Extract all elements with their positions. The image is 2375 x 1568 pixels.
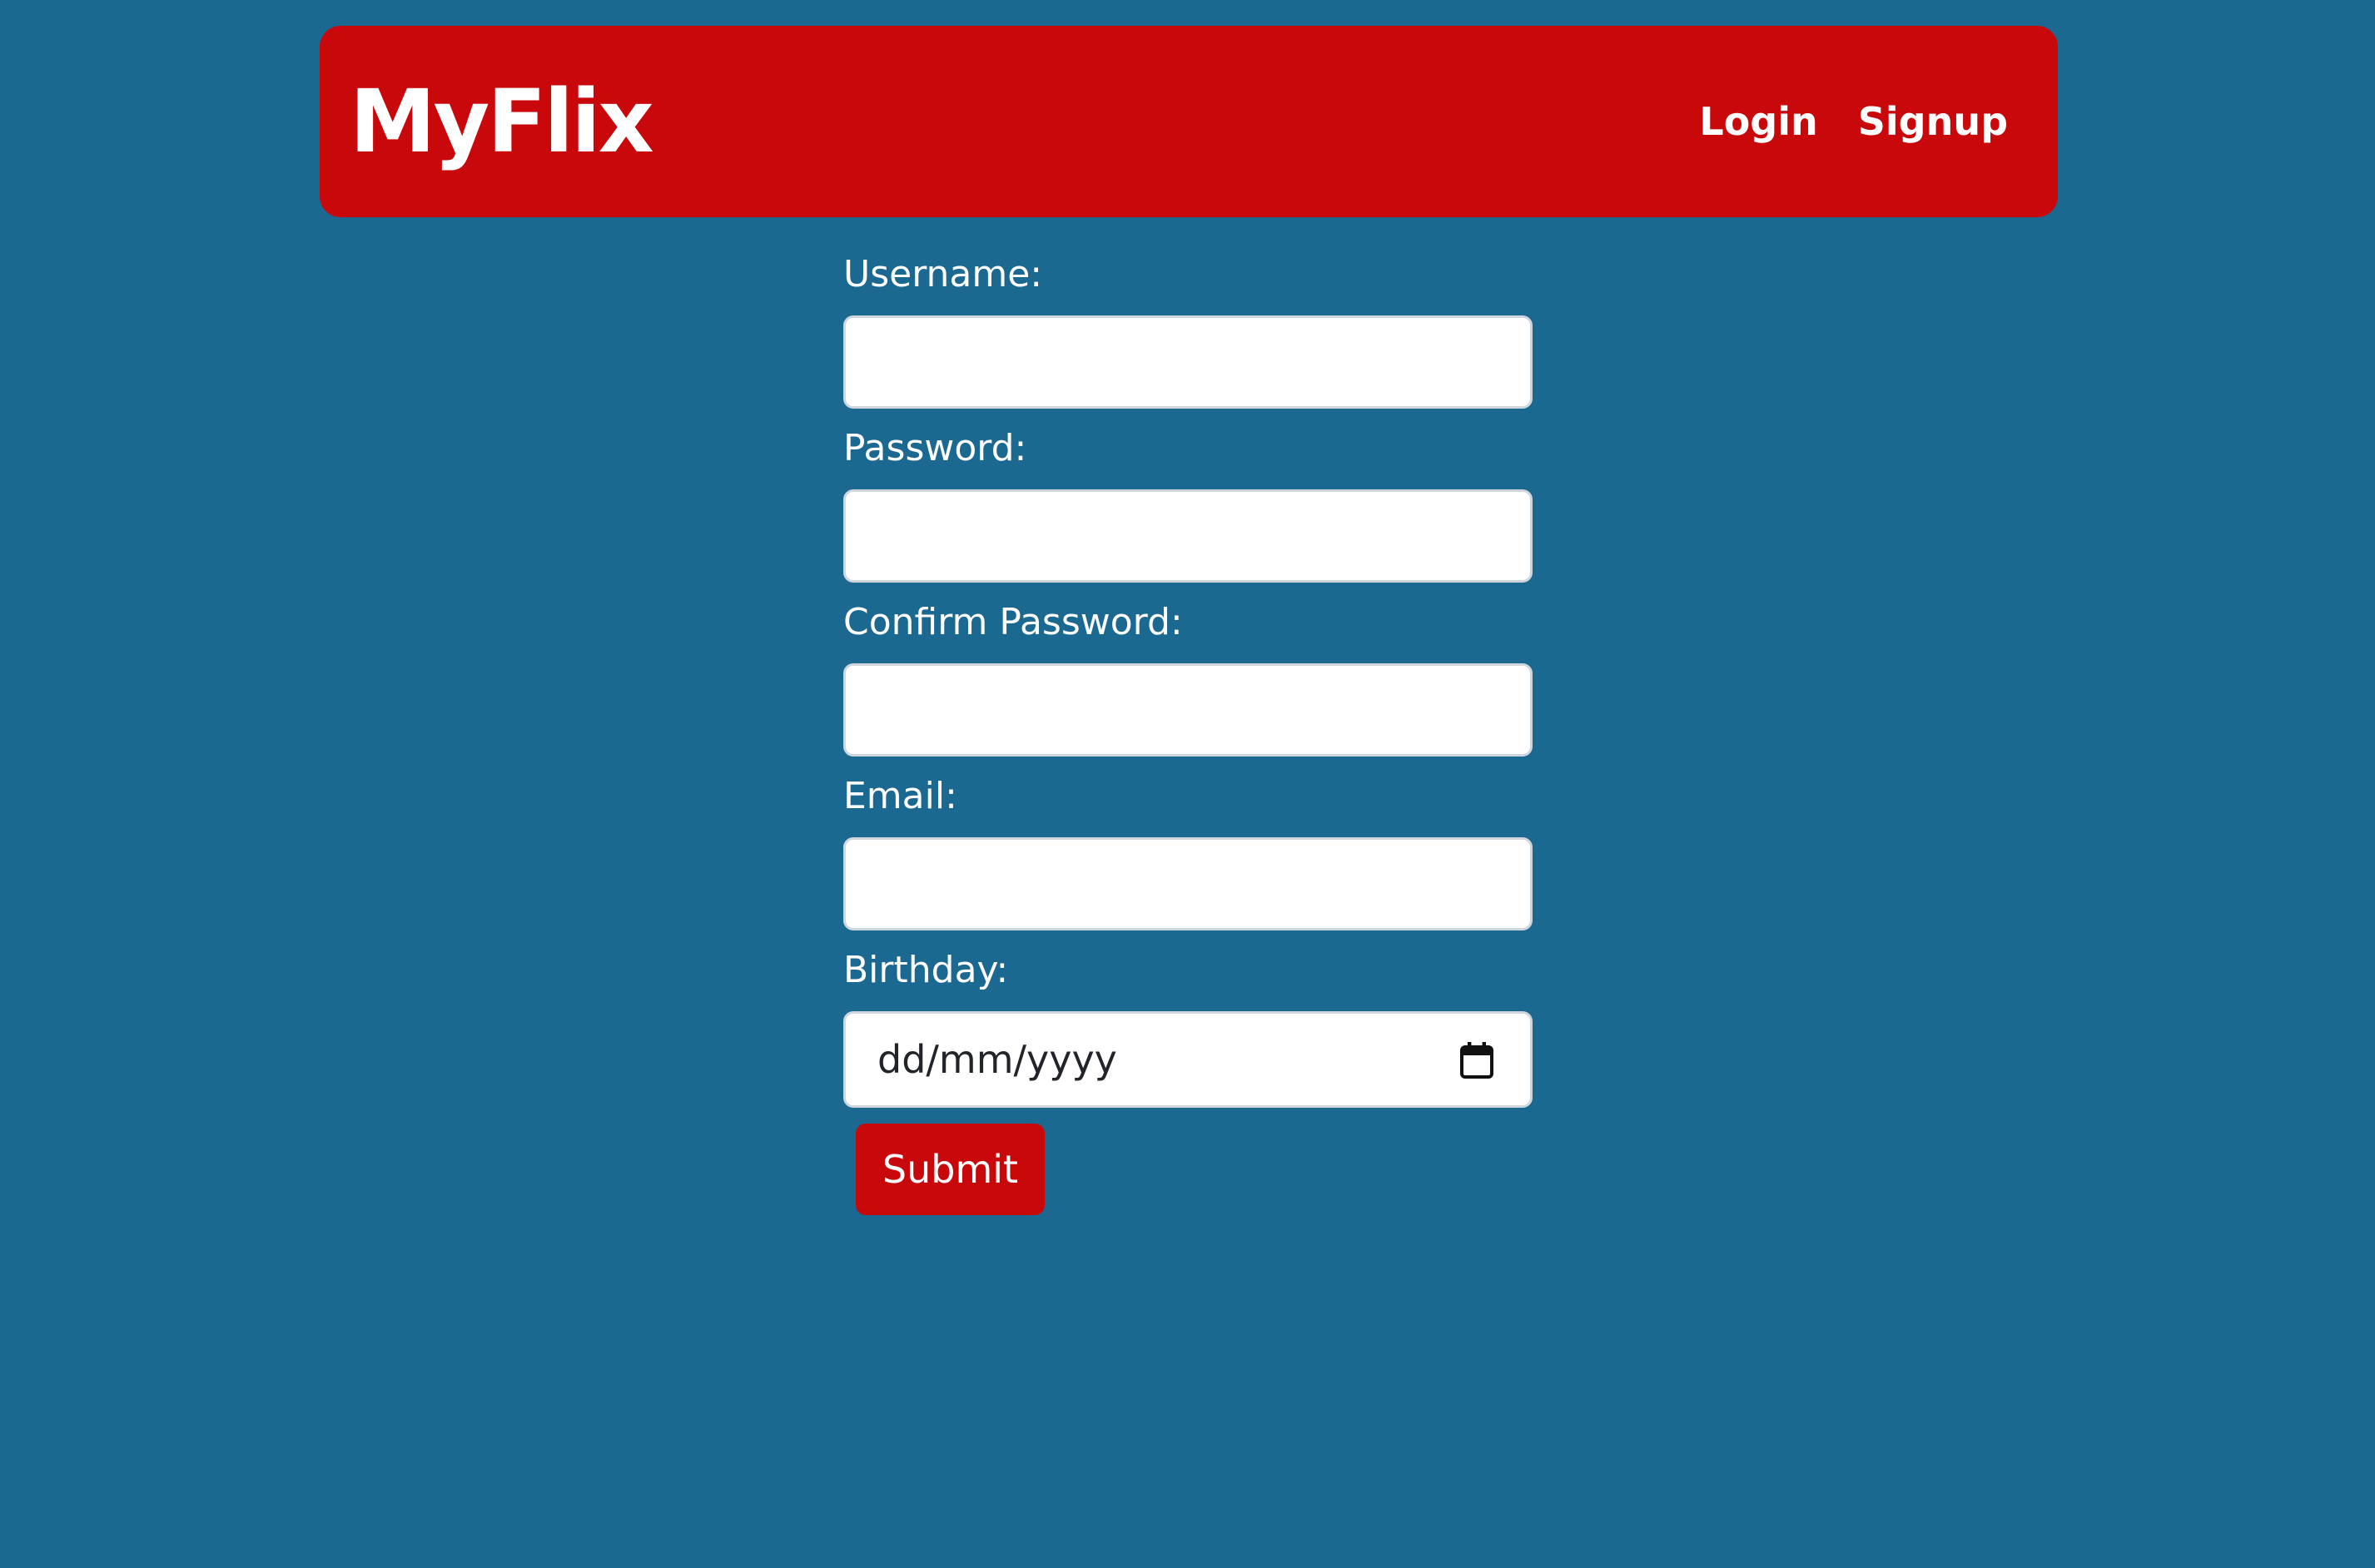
confirm-password-input[interactable] [843,663,1533,757]
submit-button[interactable]: Submit [856,1124,1045,1215]
navbar: MyFlix Login Signup [320,26,2058,217]
calendar-icon[interactable] [1460,1042,1493,1079]
password-label: Password: [843,427,1027,469]
email-input[interactable] [843,837,1533,930]
confirm-password-label: Confirm Password: [843,601,1183,643]
nav-link-signup[interactable]: Signup [1858,99,2008,144]
nav-link-login[interactable]: Login [1699,99,1817,144]
username-label: Username: [843,253,1043,295]
nav-links: Login Signup [1699,26,2008,217]
birthday-input[interactable]: dd/mm/yyyy [843,1011,1533,1108]
username-input[interactable] [843,315,1533,409]
signup-form: Username: Password: Confirm Password: Em… [843,241,1533,1215]
brand-logo[interactable]: MyFlix [350,26,654,217]
birthday-label: Birthday: [843,949,1009,991]
birthday-placeholder: dd/mm/yyyy [877,1037,1117,1082]
email-label: Email: [843,775,957,817]
password-input[interactable] [843,489,1533,583]
